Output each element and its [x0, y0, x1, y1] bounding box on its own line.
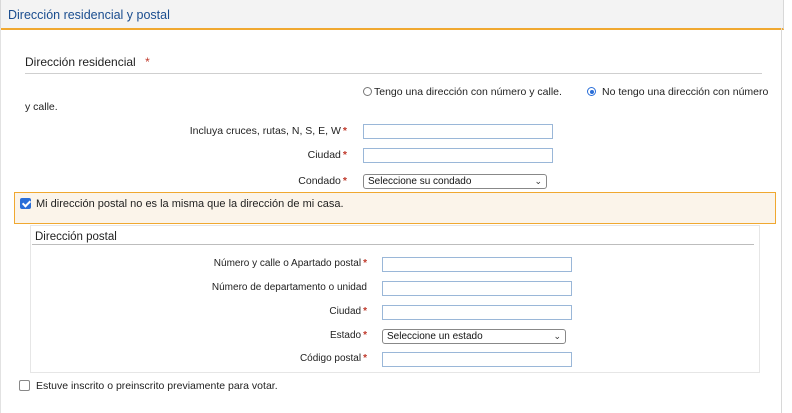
- postal-zip-input[interactable]: [382, 352, 572, 367]
- chevron-down-icon: ⌄: [553, 331, 561, 341]
- required-asterisk: *: [342, 125, 347, 137]
- county-label-text: Condado: [298, 175, 341, 187]
- mailing-different-checkbox[interactable]: [20, 198, 31, 209]
- residential-heading: Dirección residencial *: [25, 55, 150, 69]
- radio-with-street-label: Tengo una dirección con número y calle.: [374, 86, 562, 98]
- address-form-page: Dirección residencial y postal Dirección…: [0, 0, 792, 413]
- postal-street-label: Número y calle o Apartado postal *: [214, 258, 367, 269]
- required-asterisk: *: [363, 353, 367, 364]
- chevron-down-icon: ⌄: [534, 176, 542, 186]
- postal-zip-label: Código postal *: [300, 353, 367, 364]
- postal-address-panel: [30, 225, 760, 373]
- required-asterisk: *: [363, 330, 367, 341]
- frame-border-right: [781, 28, 782, 413]
- mailing-different-label: Mi dirección postal no es la misma que l…: [36, 198, 344, 210]
- previous-registration-label: Estuve inscrito o preinscrito previament…: [36, 380, 278, 392]
- city-label-text: Ciudad: [307, 149, 341, 161]
- section-title: Dirección residencial y postal: [8, 8, 170, 22]
- postal-divider: [32, 244, 754, 245]
- city-label: Ciudad *: [308, 149, 347, 161]
- residential-heading-text: Dirección residencial: [25, 55, 136, 69]
- cross-streets-label: Incluya cruces, rutas, N, S, E, W *: [190, 125, 347, 137]
- cross-streets-input[interactable]: [363, 124, 553, 139]
- radio-without-street-label: No tengo una dirección con número: [602, 86, 769, 98]
- postal-state-label-text: Estado: [329, 330, 362, 341]
- radio-with-street[interactable]: [363, 87, 372, 96]
- city-input[interactable]: [363, 148, 553, 163]
- required-asterisk: *: [145, 55, 150, 69]
- postal-city-label-text: Ciudad: [329, 306, 362, 317]
- section-header: Dirección residencial y postal: [0, 0, 784, 30]
- county-select[interactable]: Seleccione su condado ⌄: [363, 174, 547, 189]
- postal-state-label: Estado *: [330, 330, 367, 341]
- required-asterisk: *: [363, 258, 367, 269]
- postal-unit-input[interactable]: [382, 281, 572, 296]
- postal-city-label: Ciudad *: [329, 306, 367, 317]
- postal-unit-label: Número de departamento o unidad: [212, 282, 367, 293]
- previous-registration-checkbox[interactable]: [19, 380, 30, 391]
- postal-state-select-value: Seleccione un estado: [387, 331, 483, 342]
- postal-unit-label-text: Número de departamento o unidad: [211, 282, 367, 293]
- postal-city-input[interactable]: [382, 305, 572, 320]
- required-asterisk: *: [342, 149, 347, 161]
- radio-without-street-label-wrap: y calle.: [25, 101, 58, 113]
- radio-without-street[interactable]: [587, 87, 596, 96]
- required-asterisk: *: [363, 306, 367, 317]
- postal-street-input[interactable]: [382, 257, 572, 272]
- residential-divider: [25, 73, 762, 74]
- county-label: Condado *: [298, 175, 347, 187]
- frame-border-left: [0, 28, 1, 413]
- postal-street-label-text: Número y calle o Apartado postal: [213, 258, 362, 269]
- postal-zip-label-text: Código postal: [299, 353, 362, 364]
- required-asterisk: *: [342, 175, 347, 187]
- county-select-value: Seleccione su condado: [368, 176, 472, 187]
- cross-streets-label-text: Incluya cruces, rutas, N, S, E, W: [189, 125, 341, 137]
- postal-heading: Dirección postal: [35, 231, 117, 243]
- postal-state-select[interactable]: Seleccione un estado ⌄: [382, 329, 566, 344]
